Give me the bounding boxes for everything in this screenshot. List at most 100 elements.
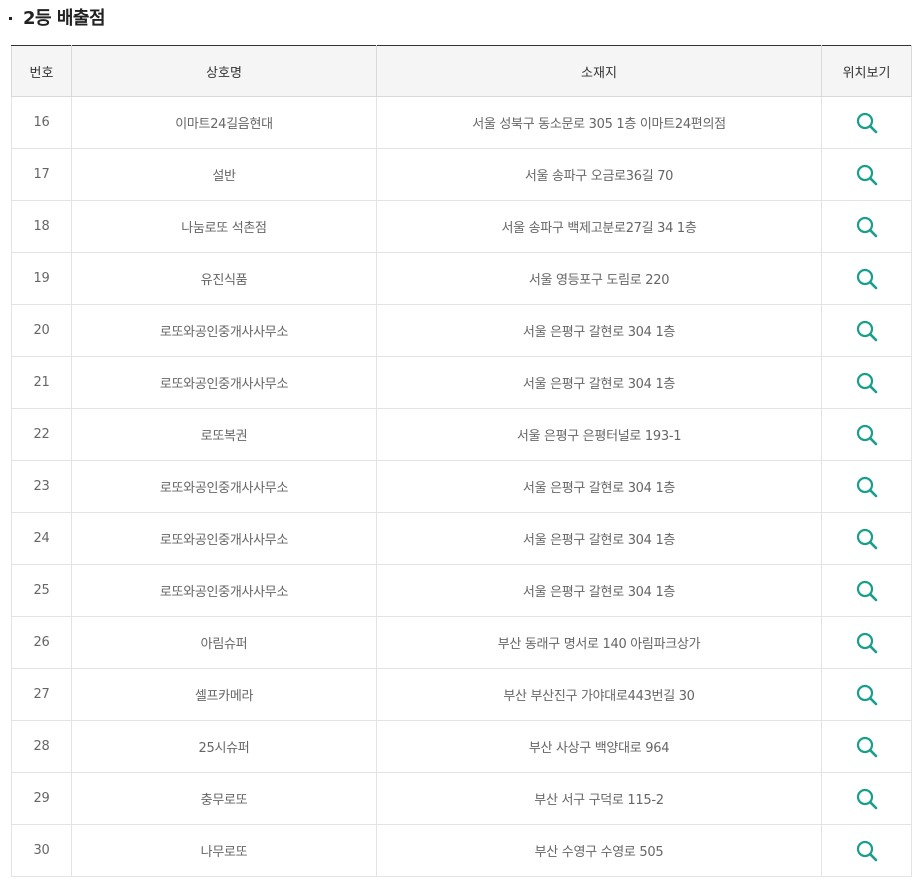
row-shop-name: 나무로또 (71, 824, 377, 877)
row-number: 28 (11, 720, 72, 773)
row-address: 서울 은평구 갈현로 304 1층 (376, 304, 822, 357)
search-icon[interactable] (856, 684, 878, 706)
table-row: 26 아림슈퍼 부산 동래구 명서로 140 아림파크상가 (11, 616, 912, 669)
table-row: 22 로또복권 서울 은평구 은평터널로 193-1 (11, 408, 912, 461)
row-address: 서울 송파구 백제고분로27길 34 1층 (376, 200, 822, 253)
row-shop-name: 충무로또 (71, 772, 377, 825)
row-address: 부산 사상구 백양대로 964 (376, 720, 822, 773)
row-view-location-cell[interactable] (821, 668, 912, 721)
view-location-button[interactable] (856, 736, 878, 758)
view-location-button[interactable] (856, 112, 878, 134)
table-row: 30 나무로또 부산 수영구 수영로 505 (11, 824, 912, 877)
row-shop-name: 로또와공인중개사사무소 (71, 304, 377, 357)
row-view-location-cell[interactable] (821, 252, 912, 305)
view-location-button[interactable] (856, 216, 878, 238)
table-row: 19 유진식품 서울 영등포구 도림로 220 (11, 252, 912, 305)
row-shop-name: 셀프카메라 (71, 668, 377, 721)
search-icon[interactable] (856, 580, 878, 602)
row-address: 서울 성북구 동소문로 305 1층 이마트24편의점 (376, 96, 822, 149)
row-number: 24 (11, 512, 72, 565)
row-view-location-cell[interactable] (821, 148, 912, 201)
row-address: 서울 송파구 오금로36길 70 (376, 148, 822, 201)
view-location-button[interactable] (856, 164, 878, 186)
search-icon[interactable] (856, 320, 878, 342)
view-location-button[interactable] (856, 268, 878, 290)
view-location-button[interactable] (856, 684, 878, 706)
row-shop-name: 아림슈퍼 (71, 616, 377, 669)
header-view-location: 위치보기 (821, 45, 912, 97)
table-row: 27 셀프카메라 부산 부산진구 가야대로443번길 30 (11, 668, 912, 721)
row-address: 부산 부산진구 가야대로443번길 30 (376, 668, 822, 721)
row-address: 서울 은평구 갈현로 304 1층 (376, 356, 822, 409)
search-icon[interactable] (856, 788, 878, 810)
row-shop-name: 로또와공인중개사사무소 (71, 356, 377, 409)
row-shop-name: 로또와공인중개사사무소 (71, 564, 377, 617)
header-address: 소재지 (376, 45, 822, 97)
row-view-location-cell[interactable] (821, 616, 912, 669)
row-view-location-cell[interactable] (821, 720, 912, 773)
section-title-text: 2등 배출점 (23, 8, 106, 29)
row-address: 부산 동래구 명서로 140 아림파크상가 (376, 616, 822, 669)
view-location-button[interactable] (856, 476, 878, 498)
row-number: 30 (11, 824, 72, 877)
search-icon[interactable] (856, 268, 878, 290)
table-row: 24 로또와공인중개사사무소 서울 은평구 갈현로 304 1층 (11, 512, 912, 565)
row-number: 18 (11, 200, 72, 253)
search-icon[interactable] (856, 736, 878, 758)
search-icon[interactable] (856, 372, 878, 394)
table-row: 18 나눔로또 석촌점 서울 송파구 백제고분로27길 34 1층 (11, 200, 912, 253)
row-number: 29 (11, 772, 72, 825)
search-icon[interactable] (856, 164, 878, 186)
winning-shops-table: 번호 상호명 소재지 위치보기 16 이마트24길음현대 서울 성북구 동소문로 3… (11, 45, 912, 877)
row-number: 25 (11, 564, 72, 617)
row-view-location-cell[interactable] (821, 460, 912, 513)
search-icon[interactable] (856, 112, 878, 134)
row-view-location-cell[interactable] (821, 356, 912, 409)
row-view-location-cell[interactable] (821, 512, 912, 565)
row-view-location-cell[interactable] (821, 824, 912, 877)
view-location-button[interactable] (856, 632, 878, 654)
view-location-button[interactable] (856, 840, 878, 862)
header-shop-name: 상호명 (71, 45, 377, 97)
row-shop-name: 이마트24길음현대 (71, 96, 377, 149)
view-location-button[interactable] (856, 580, 878, 602)
view-location-button[interactable] (856, 528, 878, 550)
view-location-button[interactable] (856, 788, 878, 810)
search-icon[interactable] (856, 216, 878, 238)
table-row: 20 로또와공인중개사사무소 서울 은평구 갈현로 304 1층 (11, 304, 912, 357)
row-view-location-cell[interactable] (821, 200, 912, 253)
search-icon[interactable] (856, 632, 878, 654)
view-location-button[interactable] (856, 372, 878, 394)
row-number: 16 (11, 96, 72, 149)
row-shop-name: 설반 (71, 148, 377, 201)
search-icon[interactable] (856, 476, 878, 498)
row-number: 27 (11, 668, 72, 721)
row-shop-name: 로또와공인중개사사무소 (71, 460, 377, 513)
table-row: 17 설반 서울 송파구 오금로36길 70 (11, 148, 912, 201)
row-view-location-cell[interactable] (821, 564, 912, 617)
row-view-location-cell[interactable] (821, 304, 912, 357)
row-address: 서울 은평구 은평터널로 193-1 (376, 408, 822, 461)
search-icon[interactable] (856, 424, 878, 446)
bullet-icon (9, 16, 12, 20)
table-row: 21 로또와공인중개사사무소 서울 은평구 갈현로 304 1층 (11, 356, 912, 409)
search-icon[interactable] (856, 528, 878, 550)
row-number: 26 (11, 616, 72, 669)
view-location-button[interactable] (856, 424, 878, 446)
row-view-location-cell[interactable] (821, 408, 912, 461)
table-header-row: 번호 상호명 소재지 위치보기 (11, 45, 912, 97)
row-number: 22 (11, 408, 72, 461)
row-address: 서울 은평구 갈현로 304 1층 (376, 564, 822, 617)
row-view-location-cell[interactable] (821, 772, 912, 825)
row-shop-name: 나눔로또 석촌점 (71, 200, 377, 253)
row-shop-name: 유진식품 (71, 252, 377, 305)
row-address: 부산 수영구 수영로 505 (376, 824, 822, 877)
row-shop-name: 25시슈퍼 (71, 720, 377, 773)
view-location-button[interactable] (856, 320, 878, 342)
table-row: 29 충무로또 부산 서구 구덕로 115-2 (11, 772, 912, 825)
row-number: 17 (11, 148, 72, 201)
row-shop-name: 로또와공인중개사사무소 (71, 512, 377, 565)
row-view-location-cell[interactable] (821, 96, 912, 149)
table-row: 28 25시슈퍼 부산 사상구 백양대로 964 (11, 720, 912, 773)
search-icon[interactable] (856, 840, 878, 862)
